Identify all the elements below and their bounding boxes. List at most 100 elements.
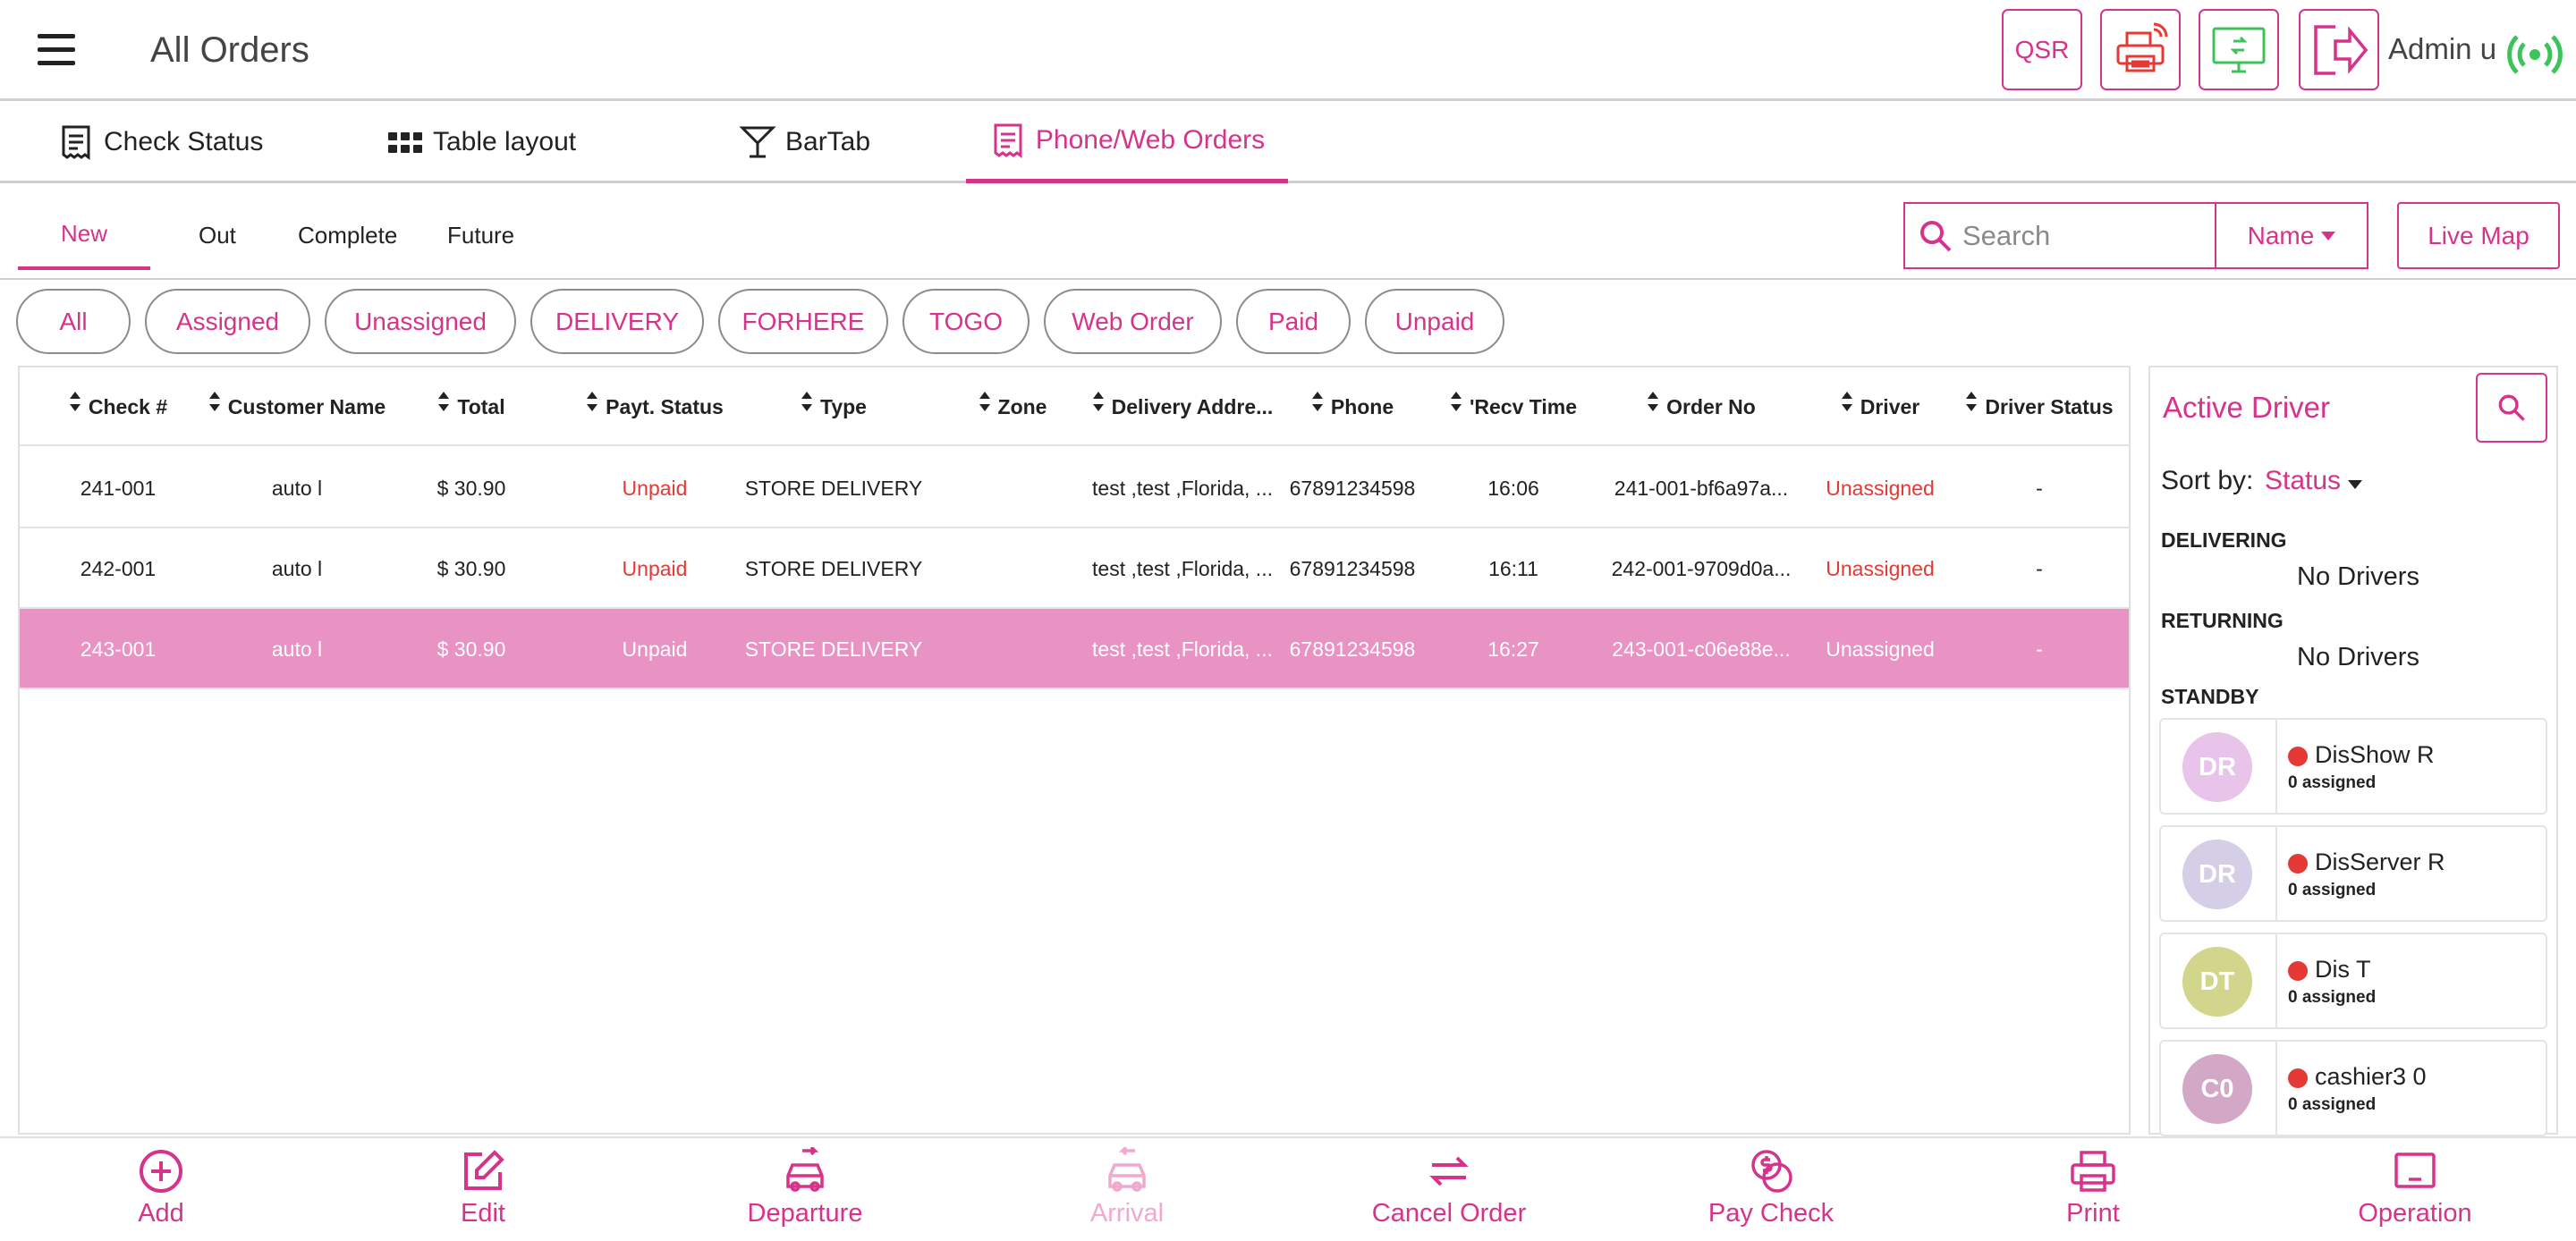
- driver-card[interactable]: DR DisShow R 0 assigned: [2159, 718, 2547, 815]
- filter-web-order[interactable]: Web Order: [1044, 289, 1222, 354]
- car-arrive-icon: [1108, 1147, 1146, 1192]
- col-total[interactable]: Total: [395, 367, 547, 446]
- customer-display-button[interactable]: [2199, 9, 2279, 90]
- sort-icon: [1841, 392, 1853, 411]
- col-order-no[interactable]: Order No: [1594, 367, 1809, 446]
- pay-check-button[interactable]: Pay Check: [1664, 1147, 1878, 1237]
- filter-paid[interactable]: Paid: [1236, 289, 1351, 354]
- sort-icon: [69, 392, 81, 411]
- sort-value: Status: [2265, 466, 2342, 495]
- driver-card[interactable]: C0 cashier3 0 0 assigned: [2159, 1040, 2547, 1136]
- subtab-future[interactable]: Future: [447, 222, 514, 291]
- tab-phone-web-orders[interactable]: Phone/Web Orders: [966, 101, 1288, 183]
- subtab-out[interactable]: Out: [199, 222, 236, 291]
- col-type[interactable]: Type: [726, 367, 941, 446]
- filter-unassigned[interactable]: Unassigned: [325, 289, 516, 354]
- col-label: 'Recv Time: [1469, 394, 1578, 418]
- subtab-complete[interactable]: Complete: [298, 222, 397, 291]
- avatar: DT: [2182, 947, 2252, 1017]
- hamburger-menu-icon[interactable]: [36, 29, 79, 72]
- status-dot: [2288, 1068, 2308, 1088]
- bottom-action-bar: Add Edit Departure Arrival Cancel Order …: [0, 1136, 2576, 1241]
- add-button[interactable]: Add: [54, 1147, 268, 1237]
- table-header: Check # Customer Name Total Payt. Status…: [20, 367, 2129, 446]
- cell-customer: auto l: [271, 476, 323, 500]
- filter-togo[interactable]: TOGO: [902, 289, 1030, 354]
- cancel-order-button[interactable]: Cancel Order: [1342, 1147, 1556, 1237]
- col-check[interactable]: Check #: [38, 367, 199, 446]
- col-driver-status[interactable]: Driver Status: [1952, 367, 2127, 446]
- printer-icon: [2071, 1151, 2115, 1192]
- col-customer-name[interactable]: Customer Name: [199, 367, 395, 446]
- logout-button[interactable]: [2299, 9, 2379, 90]
- section-returning: RETURNING: [2161, 609, 2284, 632]
- col-delivery-address[interactable]: Delivery Addre...: [1066, 367, 1299, 446]
- departure-button[interactable]: Departure: [698, 1147, 912, 1237]
- filter-forhere[interactable]: FORHERE: [718, 289, 888, 354]
- cell-phone: 67891234598: [1289, 637, 1416, 661]
- col-driver[interactable]: Driver: [1809, 367, 1952, 446]
- status-dot: [2288, 854, 2308, 874]
- search-by-dropdown[interactable]: Name: [2215, 202, 2368, 269]
- col-label: Payt. Status: [606, 394, 724, 418]
- filter-all[interactable]: All: [16, 289, 131, 354]
- coins-icon: [1751, 1150, 1792, 1193]
- sort-label: Sort by:: [2161, 466, 2254, 495]
- driver-card[interactable]: DR DisServer R 0 assigned: [2159, 825, 2547, 922]
- subtab-new[interactable]: New: [18, 200, 150, 270]
- qsr-button[interactable]: QSR: [2002, 9, 2082, 90]
- print-button[interactable]: Print: [1986, 1147, 2200, 1237]
- cell-driver-status: -: [2036, 556, 2043, 580]
- sort-dropdown[interactable]: Status: [2265, 466, 2363, 496]
- cell-order-no: 241-001-bf6a97a...: [1614, 476, 1789, 500]
- col-label: Phone: [1330, 394, 1394, 418]
- tab-label: BarTab: [785, 127, 871, 156]
- cell-check: 243-001: [80, 637, 157, 661]
- cell-order-no: 242-001-9709d0a...: [1611, 556, 1792, 580]
- cell-order-no: 243-001-c06e88e...: [1612, 637, 1791, 661]
- col-phone[interactable]: Phone: [1272, 367, 1433, 446]
- sort-icon: [437, 392, 450, 411]
- filter-assigned[interactable]: Assigned: [145, 289, 310, 354]
- driver-card[interactable]: DT Dis T 0 assigned: [2159, 933, 2547, 1029]
- driver-assigned-count: 0 assigned: [2288, 988, 2377, 1007]
- col-label: Order No: [1666, 394, 1756, 418]
- cell-recv-time: 16:27: [1487, 637, 1539, 661]
- edit-button[interactable]: Edit: [376, 1147, 590, 1237]
- cell-driver: Unassigned: [1826, 637, 1935, 661]
- driver-search-button[interactable]: [2476, 373, 2547, 443]
- cell-phone: 67891234598: [1289, 476, 1416, 500]
- table-row[interactable]: 241-001 auto l $ 30.90 Unpaid STORE DELI…: [20, 448, 2129, 528]
- caret-down-icon: [2321, 231, 2336, 241]
- table-row[interactable]: 242-001 auto l $ 30.90 Unpaid STORE DELI…: [20, 528, 2129, 609]
- divider: [2275, 934, 2277, 1027]
- col-label: Total: [457, 394, 505, 418]
- tab-table-layout[interactable]: Table layout: [386, 101, 576, 183]
- col-recv-time[interactable]: 'Recv Time: [1433, 367, 1594, 446]
- button-label: Print: [2066, 1199, 2120, 1228]
- page-title: All Orders: [150, 30, 309, 70]
- button-label: Departure: [747, 1199, 863, 1228]
- filter-delivery[interactable]: DELIVERY: [530, 289, 704, 354]
- live-map-button[interactable]: Live Map: [2397, 202, 2560, 269]
- driver-assigned-count: 0 assigned: [2288, 1095, 2377, 1114]
- sort-icon: [801, 392, 813, 411]
- cell-check: 242-001: [80, 556, 157, 580]
- filter-unpaid[interactable]: Unpaid: [1365, 289, 1504, 354]
- col-zone[interactable]: Zone: [941, 367, 1084, 446]
- operation-button[interactable]: Operation: [2308, 1147, 2522, 1237]
- caret-down-icon: [2348, 480, 2363, 489]
- table-row-selected[interactable]: 243-001 auto l $ 30.90 Unpaid STORE DELI…: [20, 609, 2129, 689]
- tab-bartab[interactable]: BarTab: [739, 101, 870, 183]
- car-depart-icon: [786, 1147, 824, 1192]
- avatar: DR: [2182, 840, 2252, 909]
- grid-icon: [388, 132, 422, 153]
- cell-check: 241-001: [80, 476, 157, 500]
- sort-icon: [586, 392, 598, 411]
- tab-check-status[interactable]: Check Status: [57, 101, 263, 183]
- search-input[interactable]: [1962, 219, 2204, 252]
- cell-driver: Unassigned: [1826, 556, 1935, 580]
- printer-status-button[interactable]: [2100, 9, 2181, 90]
- arrival-button[interactable]: Arrival: [1020, 1147, 1234, 1237]
- col-label: Customer Name: [227, 394, 386, 418]
